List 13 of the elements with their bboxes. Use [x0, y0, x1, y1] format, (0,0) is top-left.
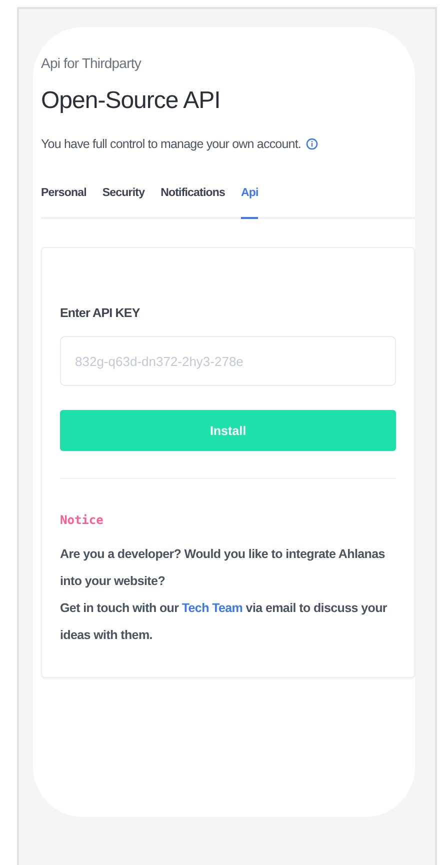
field-label: Enter API KEY	[60, 306, 140, 320]
page-title: Open-Source API	[41, 87, 220, 115]
tab[interactable]: Personal	[41, 187, 86, 219]
notice-title: Notice	[60, 513, 104, 527]
tech-team-link[interactable]: Tech Team	[182, 601, 243, 615]
api-key-field[interactable]: 832g-q63d-dn372-2hy3-278e	[60, 336, 396, 386]
tab[interactable]: Api	[241, 187, 258, 219]
contact-text: Get in touch with our Tech Team via email to discuss your ideas with them.	[60, 600, 388, 644]
page-subtitle: You have full control to manage your own account.	[41, 137, 301, 151]
tab[interactable]: Notifications	[160, 187, 226, 219]
notice-text: Are you a developer? Would you like to integrate Ahlanas into your website?	[60, 546, 386, 590]
tab[interactable]: Security	[102, 187, 145, 219]
page-caption: Api for Thirdparty	[41, 55, 141, 71]
